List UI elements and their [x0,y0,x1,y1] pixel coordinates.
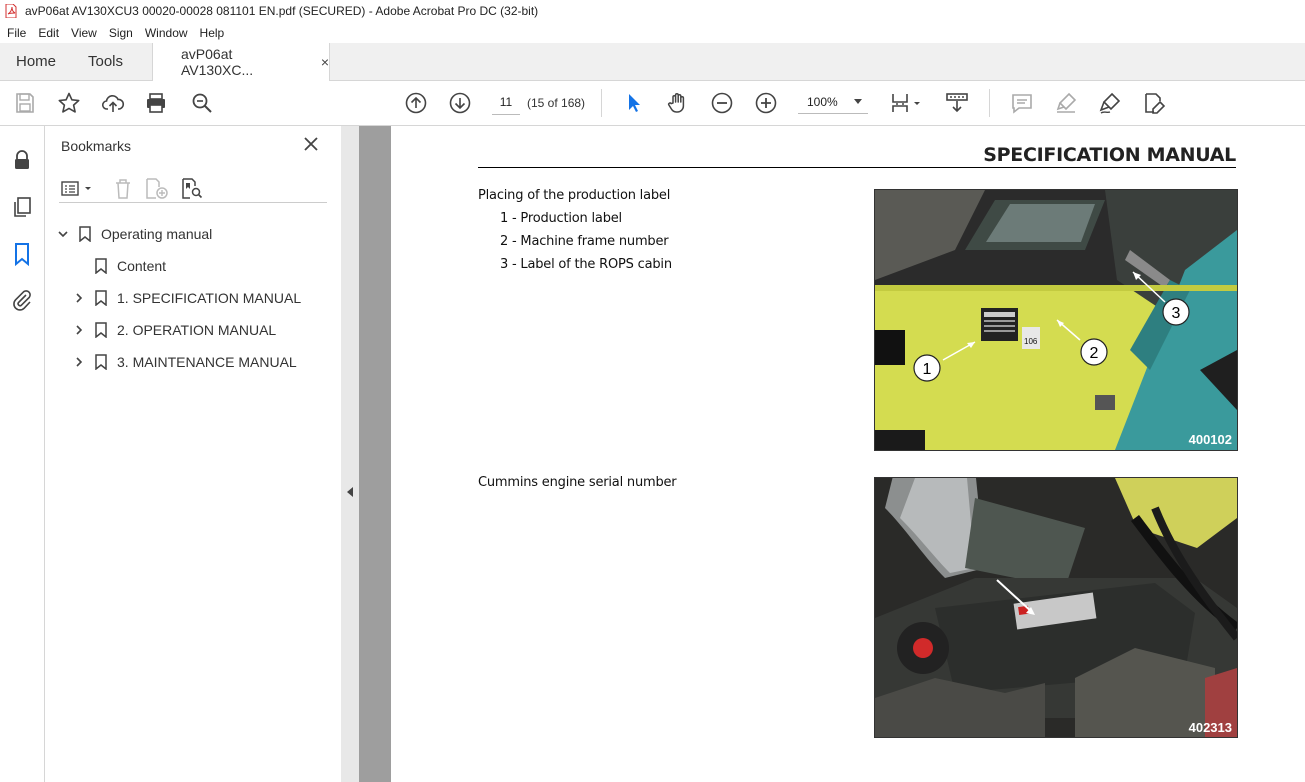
menu-view[interactable]: View [65,26,103,40]
left-rail [0,126,45,782]
page-header-title: SPECIFICATION MANUAL [983,144,1236,166]
save-icon[interactable] [13,91,37,115]
chevron-down-icon [854,99,862,104]
bookmarks-panel: Bookmarks Operating manual Content 1. SP… [45,126,342,782]
engine-photo-illustration: 402313 [875,478,1237,737]
pdf-page: SPECIFICATION MANUAL Placing of the prod… [391,126,1305,782]
attachment-icon[interactable] [10,288,34,312]
bookmark-icon [95,290,107,306]
tab-document-label: avP06at AV130XC... [181,46,254,78]
chevron-right-icon[interactable] [73,292,85,304]
bookmark-maintenance-manual[interactable]: 3. MAINTENANCE MANUAL [73,352,297,372]
close-tab-icon[interactable]: × [321,54,329,70]
toolbar-separator [989,89,990,117]
zoom-in-icon[interactable] [754,91,778,115]
figure-id-402313: 402313 [1189,720,1232,735]
pages-icon[interactable] [10,195,34,219]
bookmarks-toolbar [59,176,327,203]
select-cursor-icon[interactable] [622,91,646,115]
callout-3: 3 [1172,305,1181,322]
bookmark-operating-manual[interactable]: Operating manual [57,224,212,244]
find-bookmark-icon[interactable] [181,178,203,200]
bookmark-specification-manual[interactable]: 1. SPECIFICATION MANUAL [73,288,301,308]
tab-tools[interactable]: Tools [88,43,123,80]
tab-home[interactable]: Home [16,43,56,80]
tab-document[interactable]: avP06at AV130XC... × [152,43,330,81]
zoom-select[interactable]: 100% [798,90,868,114]
lock-icon[interactable] [10,148,34,172]
cloud-upload-icon[interactable] [101,91,125,115]
print-icon[interactable] [144,91,168,115]
bookmark-content[interactable]: Content [95,256,166,276]
pdf-app-icon [5,4,17,18]
bookmark-label: Operating manual [101,226,213,242]
options-menu-icon[interactable] [61,180,95,198]
page-number-input[interactable]: 11 [492,90,520,115]
callout-2: 2 [1090,345,1099,362]
menu-help[interactable]: Help [194,26,231,40]
bookmark-icon [95,258,107,274]
chevron-right-icon[interactable] [73,324,85,336]
delete-icon[interactable] [113,178,133,200]
chevron-right-icon[interactable] [73,356,85,368]
bookmarks-title: Bookmarks [61,138,132,154]
main-toolbar [0,81,1305,126]
production-label-photo: 106 1 2 3 400102 [874,189,1238,451]
zoom-out-icon[interactable] [710,91,734,115]
new-bookmark-icon[interactable] [145,178,169,200]
bookmark-icon [79,226,91,242]
callout-1: 1 [923,361,932,378]
bookmark-icon [95,322,107,338]
figure-id-400102: 400102 [1189,432,1232,447]
section1-item-3: 3 - Label of the ROPS cabin [500,257,672,272]
section1-heading: Placing of the production label [478,188,671,203]
menu-window[interactable]: Window [139,26,194,40]
weight-plate-text: 106 [1024,337,1038,346]
menu-file[interactable]: File [0,26,32,40]
bookmark-icon [95,354,107,370]
zoom-value: 100% [807,94,838,109]
menu-bar: File Edit View Sign Window Help [0,22,1305,43]
page-count-label: (15 of 168) [527,96,586,110]
fill-sign-icon[interactable] [1142,91,1166,115]
bookmark-label: 3. MAINTENANCE MANUAL [117,354,297,370]
highlight-pen-icon[interactable] [1054,91,1078,115]
document-gutter [359,126,391,782]
close-icon[interactable] [303,136,319,152]
toolbar-separator [601,89,602,117]
zoom-search-icon[interactable] [190,91,214,115]
bookmark-label: Content [117,258,167,274]
machine-photo-illustration: 106 1 2 3 400102 [875,190,1237,450]
page-fit-icon[interactable] [890,91,924,115]
section1-item-1: 1 - Production label [500,211,622,226]
section2-heading: Cummins engine serial number [478,475,677,490]
chevron-left-icon[interactable] [345,486,355,498]
chevron-down-icon[interactable] [57,228,69,240]
star-icon[interactable] [57,91,81,115]
window-title: avP06at AV130XCU3 00020-00028 081101 EN.… [25,4,539,18]
menu-edit[interactable]: Edit [32,26,65,40]
menu-sign[interactable]: Sign [103,26,139,40]
bookmark-panel-icon[interactable] [10,242,34,266]
bookmark-operation-manual[interactable]: 2. OPERATION MANUAL [73,320,276,340]
panel-collapse-handle[interactable] [341,126,359,782]
page-header: SPECIFICATION MANUAL [478,144,1236,168]
engine-serial-photo: 402313 [874,477,1238,738]
section1-item-2: 2 - Machine frame number [500,234,669,249]
bookmark-label: 1. SPECIFICATION MANUAL [117,290,302,306]
title-bar: avP06at AV130XCU3 00020-00028 081101 EN.… [0,0,1305,22]
next-page-icon[interactable] [448,91,472,115]
tab-bar: Home Tools avP06at AV130XC... × [0,43,1305,81]
previous-page-icon[interactable] [404,91,428,115]
sign-pen-icon[interactable] [1098,91,1122,115]
bookmark-label: 2. OPERATION MANUAL [117,322,277,338]
hand-tool-icon[interactable] [666,91,690,115]
scroll-mode-icon[interactable] [945,91,969,115]
comment-icon[interactable] [1010,91,1034,115]
